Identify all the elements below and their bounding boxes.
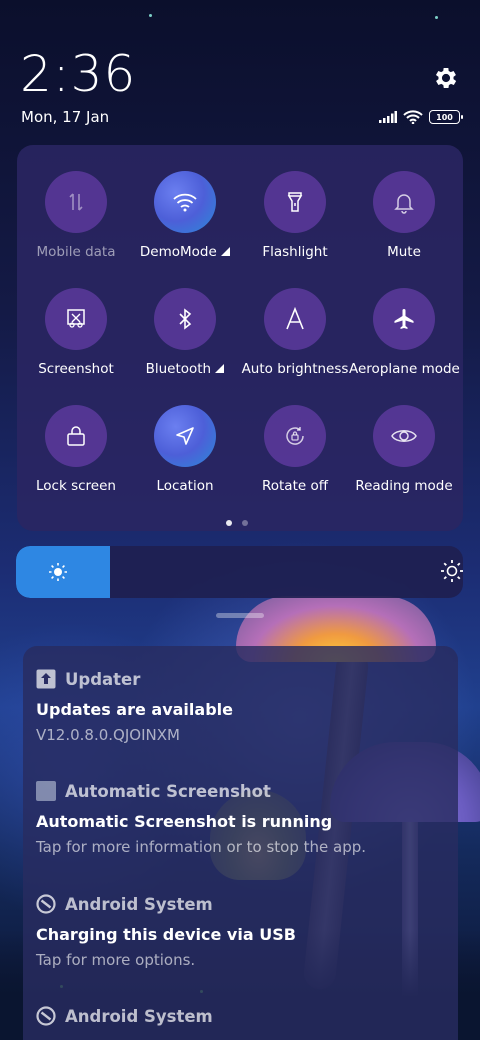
tile-label: Screenshot <box>38 361 114 377</box>
notification-text: V12.0.8.0.QJOINXM <box>36 726 180 744</box>
android-system-icon <box>36 1006 56 1026</box>
bluetooth-icon[interactable] <box>154 288 216 350</box>
battery-icon: 100 <box>429 110 463 124</box>
tile-reading-mode[interactable]: Reading mode <box>349 405 459 494</box>
tile-bluetooth[interactable]: Bluetooth <box>130 288 240 377</box>
tile-label: Lock screen <box>36 478 116 494</box>
notification-header: Android System <box>36 1005 446 1027</box>
mobile-data-icon[interactable] <box>45 171 107 233</box>
panel-drag-handle[interactable] <box>216 613 264 618</box>
tile-label: Location <box>156 478 214 494</box>
android-system-icon <box>36 894 56 914</box>
notification-automatic-screenshot[interactable]: Automatic Screenshot Automatic Screensho… <box>36 780 446 856</box>
notification-panel: Updater Updates are available V12.0.8.0.… <box>23 646 458 1040</box>
app-name: Android System <box>65 894 213 914</box>
tile-label: Bluetooth <box>130 361 240 377</box>
tile-label: Auto brightness <box>241 361 349 377</box>
app-name: Android System <box>65 1006 213 1026</box>
brightness-slider[interactable] <box>16 546 463 598</box>
tile-flashlight[interactable]: Flashlight <box>240 171 350 260</box>
app-name: Updater <box>65 669 141 689</box>
tile-label: DemoMode <box>130 244 240 260</box>
tile-demomode[interactable]: DemoMode <box>130 171 240 260</box>
app-name: Automatic Screenshot <box>65 781 271 801</box>
eye-icon[interactable] <box>373 405 435 467</box>
notification-text: Tap for more information or to stop the … <box>36 838 367 856</box>
tile-location[interactable]: Location <box>130 405 240 494</box>
tile-label: Aeroplane mode <box>349 361 460 377</box>
tile-mobile-data[interactable]: Mobile data <box>21 171 131 260</box>
app-square-icon <box>36 781 56 801</box>
tile-aeroplane-mode[interactable]: Aeroplane mode <box>349 288 460 377</box>
expand-arrow-icon[interactable] <box>221 247 231 256</box>
wifi-icon[interactable] <box>154 171 216 233</box>
page-dot[interactable] <box>242 520 248 526</box>
tile-label: Flashlight <box>262 244 328 260</box>
tile-label: Reading mode <box>355 478 453 494</box>
location-icon[interactable] <box>154 405 216 467</box>
notification-title: Charging this device via USB <box>36 925 296 944</box>
notification-updater[interactable]: Updater Updates are available V12.0.8.0.… <box>36 668 446 744</box>
bell-icon[interactable] <box>373 171 435 233</box>
settings-gear-icon[interactable] <box>432 64 460 92</box>
battery-level: 100 <box>436 112 453 122</box>
page-dot-active[interactable] <box>226 520 232 526</box>
auto-brightness-icon[interactable] <box>264 288 326 350</box>
rotate-lock-icon[interactable] <box>264 405 326 467</box>
signal-icon <box>379 111 397 123</box>
star <box>149 14 152 17</box>
date: Mon, 17 Jan <box>21 108 110 126</box>
notification-title: Automatic Screenshot is running <box>36 812 333 831</box>
tile-label: Rotate off <box>261 478 329 494</box>
airplane-icon[interactable] <box>373 288 435 350</box>
status-icons: 100 <box>379 109 463 125</box>
flashlight-icon[interactable] <box>264 171 326 233</box>
notification-title: Updates are available <box>36 700 233 719</box>
tile-lock-screen[interactable]: Lock screen <box>21 405 131 494</box>
notification-android-system-usb[interactable]: Android System Charging this device via … <box>36 893 446 969</box>
brightness-high-icon <box>440 559 463 587</box>
clock: 2:36 <box>20 45 137 103</box>
tile-label: Mute <box>387 244 421 260</box>
tile-mute[interactable]: Mute <box>349 171 459 260</box>
tile-label: Mobile data <box>36 244 116 260</box>
tile-screenshot[interactable]: Screenshot <box>21 288 131 377</box>
tile-rotate-off[interactable]: Rotate off <box>240 405 350 494</box>
star <box>435 16 438 19</box>
expand-arrow-icon[interactable] <box>215 364 225 373</box>
notification-header: Android System <box>36 893 446 915</box>
notification-header: Updater <box>36 668 446 690</box>
tile-label-text: Bluetooth <box>145 361 212 377</box>
notification-header: Automatic Screenshot <box>36 780 446 802</box>
screenshot-icon[interactable] <box>45 288 107 350</box>
tile-auto-brightness[interactable]: Auto brightness <box>240 288 350 377</box>
notification-text: Tap for more options. <box>36 951 196 969</box>
page-indicator <box>226 520 248 526</box>
lock-icon[interactable] <box>45 405 107 467</box>
wifi-icon <box>403 110 423 124</box>
upload-icon <box>36 669 56 689</box>
notification-android-system[interactable]: Android System <box>36 1005 446 1027</box>
brightness-low-icon <box>48 562 68 586</box>
tile-label-text: DemoMode <box>139 244 217 260</box>
